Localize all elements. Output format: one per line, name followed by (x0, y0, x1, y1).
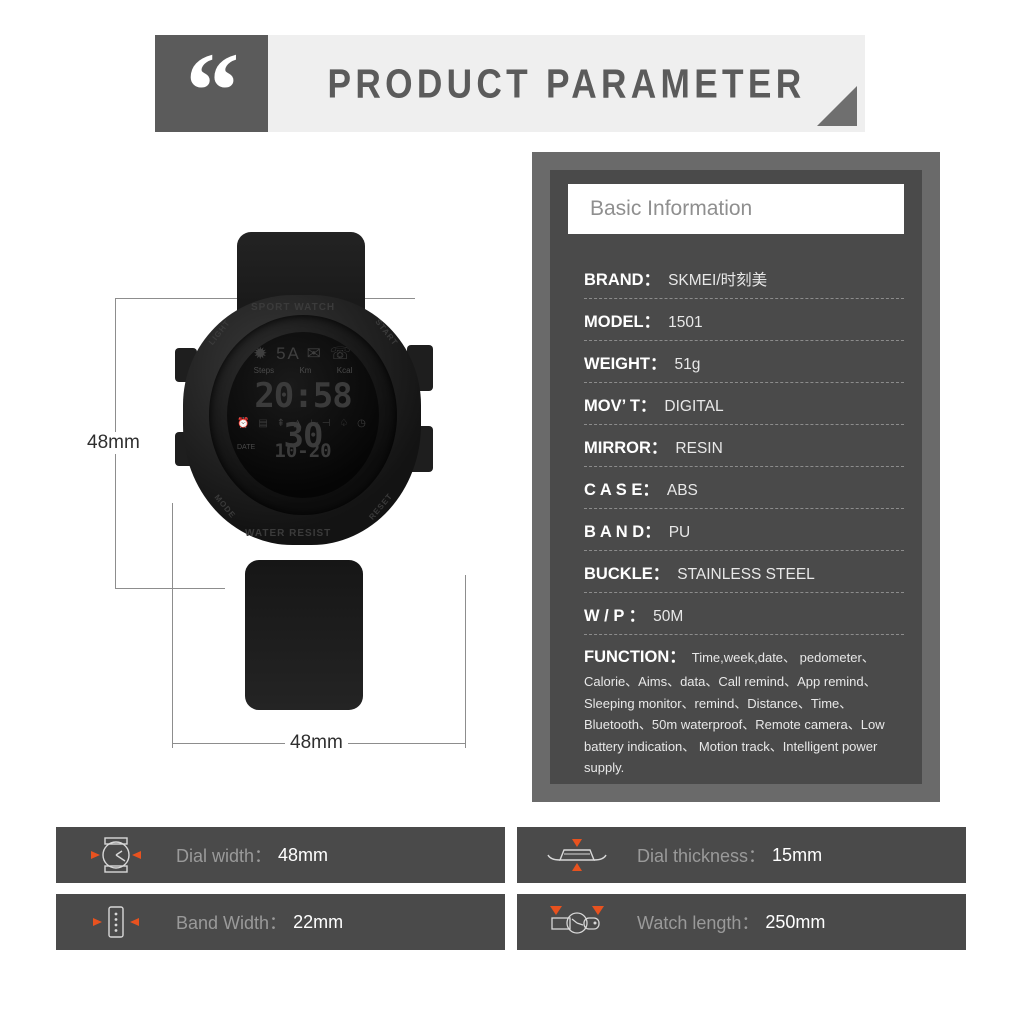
page-title: PRODUCT PARAMETER (327, 60, 806, 106)
spec-key: B A N D： (584, 523, 661, 541)
spec-title-box: Basic Information (568, 184, 904, 234)
dimension-bars: Dial width： 48mm Dial thickness： 15mm Ba… (56, 827, 966, 961)
watch-strap-bottom (245, 560, 363, 710)
spec-value: DIGITAL (664, 398, 724, 415)
function-value: Time,week,date、 pedometer、Calorie、Aims、d… (584, 650, 885, 775)
band-width-value: 22mm (293, 911, 344, 932)
quote-mark-block: “ (155, 35, 268, 145)
watch-length-value: 250mm (765, 911, 826, 932)
table-row: WEIGHT： 51g (584, 341, 904, 383)
page-header: “ PRODUCT PARAMETER (155, 35, 865, 145)
watch-band-icon (56, 902, 176, 942)
watch-face-icon (56, 835, 176, 875)
band-width-label: Band Width： (176, 913, 288, 933)
table-row: C A S E： ABS (584, 467, 904, 509)
watch-length-label: Watch length： (637, 913, 760, 933)
dial-width-label: Dial width： (176, 846, 273, 866)
spec-value: 1501 (668, 314, 703, 331)
dial-width-value: 48mm (278, 844, 329, 865)
lcd-unit-labels: Steps Km Kcal (227, 366, 379, 375)
dial-thickness-bar: Dial thickness： 15mm (517, 827, 966, 883)
spec-key: MODEL： (584, 313, 661, 331)
lcd-function-icons: ⏰ ▤ ⇞ ◮ ⊢⊣ ♤ ◷ (237, 418, 369, 429)
spec-key: BUCKLE： (584, 565, 670, 583)
spec-value: ABS (666, 482, 698, 499)
lcd-date-value: 10-20 (274, 440, 332, 462)
spec-value: 51g (674, 356, 701, 373)
function-key: FUNCTION： (584, 648, 686, 666)
spec-key: MOV’ T： (584, 397, 657, 415)
dial-thickness-label: Dial thickness： (637, 846, 767, 866)
table-row: MIRROR： RESIN (584, 425, 904, 467)
lcd-unit-km: Km (299, 366, 312, 375)
watch-product-image: SPORT WATCH WATER RESIST LIGHT START MOD… (175, 232, 465, 710)
table-row: MODEL： 1501 (584, 299, 904, 341)
dial-thickness-value: 15mm (772, 844, 823, 865)
spec-key: BRAND： (584, 271, 661, 289)
function-text-block: FUNCTION： Time,week,date、 pedometer、Calor… (584, 648, 885, 775)
spec-panel: Basic Information BRAND： SKMEI/时刻美 MODEL… (532, 152, 940, 802)
spec-key: MIRROR： (584, 439, 668, 457)
dial-width-bar: Dial width： 48mm (56, 827, 505, 883)
lcd-status-icons: ✹ 5A ✉ ☏ (253, 344, 353, 363)
spec-value: SKMEI/时刻美 (668, 272, 768, 289)
lcd-unit-steps: Steps (253, 366, 275, 375)
spec-key: W / P ： (584, 607, 646, 625)
spec-value: PU (668, 524, 691, 541)
spec-value: RESIN (675, 440, 723, 457)
dimension-bar-row-1: Dial width： 48mm Dial thickness： 15mm (56, 827, 966, 883)
dimension-bar-row-2: Band Width： 22mm Watch length： 250mm (56, 894, 966, 950)
watch-lcd-display: ✹ 5A ✉ ☏ Steps Km Kcal 20:58 30 ⏰ ▤ ⇞ ◮ … (227, 332, 379, 498)
table-row-function: FUNCTION： Time,week,date、 pedometer、Calor… (584, 635, 904, 782)
table-row: W / P ： 50M (584, 593, 904, 635)
spec-value: STAINLESS STEEL (677, 566, 815, 583)
table-row: B A N D： PU (584, 509, 904, 551)
dim-horizontal-line (172, 503, 173, 748)
table-row: BUCKLE： STAINLESS STEEL (584, 551, 904, 593)
corner-triangle-icon (817, 86, 857, 126)
watch-length-bar: Watch length： 250mm (517, 894, 966, 950)
spec-value: 50M (653, 608, 684, 625)
spec-table: BRAND： SKMEI/时刻美 MODEL： 1501 WEIGHT： 51g… (584, 257, 904, 782)
watch-brand-text-bottom: WATER RESIST (245, 528, 332, 539)
dim-height-label: 48mm (82, 432, 145, 454)
watch-brand-text-top: SPORT WATCH (251, 302, 336, 313)
header-strip: PRODUCT PARAMETER (268, 35, 865, 132)
table-row: MOV’ T： DIGITAL (584, 383, 904, 425)
dim-horizontal-line-right (465, 575, 466, 748)
lcd-unit-kcal: Kcal (336, 366, 353, 375)
band-width-bar: Band Width： 22mm (56, 894, 505, 950)
watch-length-icon (517, 902, 637, 942)
watch-profile-icon (517, 835, 637, 875)
spec-key: WEIGHT： (584, 355, 667, 373)
product-dimension-area: 48mm 48mm SPORT WATCH WATER RESIST LIGHT… (60, 232, 500, 800)
dim-width-label: 48mm (285, 732, 348, 754)
spec-title: Basic Information (590, 197, 753, 220)
table-row: BRAND： SKMEI/时刻美 (584, 257, 904, 299)
spec-key: C A S E： (584, 481, 659, 499)
